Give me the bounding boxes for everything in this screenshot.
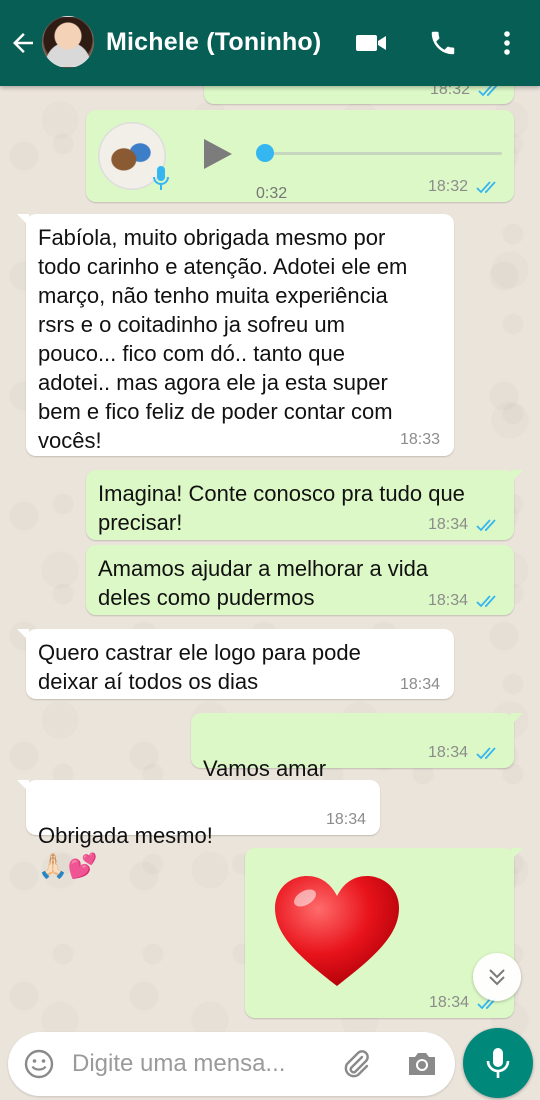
- read-ticks-icon: [476, 519, 496, 532]
- more-options-icon[interactable]: [490, 28, 524, 58]
- message-text-content: Vamos amar: [203, 756, 327, 781]
- message-bubble-outgoing[interactable]: Imagina! Conte conosco pra tudo que prec…: [86, 470, 523, 540]
- message-time: 18:34: [326, 811, 367, 828]
- bubble-tail: [511, 470, 523, 482]
- message-input[interactable]: Digite uma mensa...: [72, 1050, 312, 1078]
- mic-icon: [486, 1048, 510, 1078]
- message-time: 18:34: [428, 744, 469, 761]
- message-time: 18:34: [428, 516, 469, 533]
- message-text: Quero castrar ele logo para pode deixar …: [38, 640, 361, 694]
- message-time: 18:34: [428, 592, 469, 609]
- bubble-tail: [17, 629, 29, 641]
- message-bubble-incoming[interactable]: Quero castrar ele logo para pode deixar …: [17, 629, 454, 699]
- pray-hearts-emoji: 🙏🏻💕: [38, 852, 98, 880]
- message-bubble-incoming[interactable]: Obrigada mesmo! 🙏🏻💕 18:34: [17, 780, 380, 880]
- voice-message[interactable]: 0:32 18:32: [86, 110, 514, 202]
- voice-record-button[interactable]: [463, 1028, 533, 1098]
- bubble-tail: [511, 848, 523, 860]
- message-time: 18:34: [400, 676, 441, 693]
- camera-icon[interactable]: [406, 1050, 438, 1078]
- message-text: Imagina! Conte conosco pra tudo que prec…: [98, 481, 465, 535]
- message-bubble-outgoing[interactable]: 18:34: [245, 848, 523, 1018]
- message-text-content: Obrigada mesmo!: [38, 823, 213, 848]
- avatar[interactable]: [42, 16, 94, 68]
- contact-name[interactable]: Michele (Toninho): [106, 28, 321, 57]
- audio-progress-track[interactable]: [264, 152, 502, 155]
- phone-icon[interactable]: [426, 28, 460, 58]
- scroll-to-bottom-button[interactable]: [473, 953, 521, 1001]
- chat-header: Michele (Toninho): [0, 0, 540, 86]
- message-bubble-incoming[interactable]: Fabíola, muito obrigada mesmo por todo c…: [17, 214, 454, 456]
- message-text: Obrigada mesmo! 🙏🏻💕: [38, 792, 213, 881]
- message-bubble-outgoing[interactable]: Vamos amar 😍😍 18:34: [191, 713, 523, 813]
- play-icon[interactable]: [200, 137, 234, 171]
- read-ticks-icon: [476, 181, 496, 194]
- read-ticks-icon: [476, 747, 496, 760]
- bubble-tail: [511, 713, 523, 725]
- video-call-icon[interactable]: [354, 28, 388, 58]
- red-heart-emoji: [275, 876, 399, 986]
- bubble-tail: [17, 214, 29, 226]
- back-arrow-icon[interactable]: [8, 28, 38, 58]
- message-time: 18:33: [400, 431, 441, 448]
- read-ticks-icon: [476, 595, 496, 608]
- audio-duration: 0:32: [256, 185, 288, 202]
- message-time: 18:32: [428, 178, 469, 195]
- mic-icon: [153, 166, 169, 190]
- message-time: 18:34: [429, 994, 470, 1011]
- audio-progress-knob[interactable]: [256, 144, 274, 162]
- message-text: Amamos ajudar a melhorar a vida deles co…: [98, 556, 429, 610]
- double-chevron-down-icon: [489, 969, 505, 986]
- message-bubble-outgoing[interactable]: Amamos ajudar a melhorar a vida deles co…: [86, 545, 514, 615]
- message-text: Fabíola, muito obrigada mesmo por todo c…: [38, 225, 408, 453]
- emoji-icon[interactable]: [24, 1049, 54, 1079]
- message-input-bar[interactable]: Digite uma mensa...: [8, 1032, 455, 1096]
- bubble-tail: [17, 780, 29, 792]
- attach-icon[interactable]: [340, 1048, 372, 1080]
